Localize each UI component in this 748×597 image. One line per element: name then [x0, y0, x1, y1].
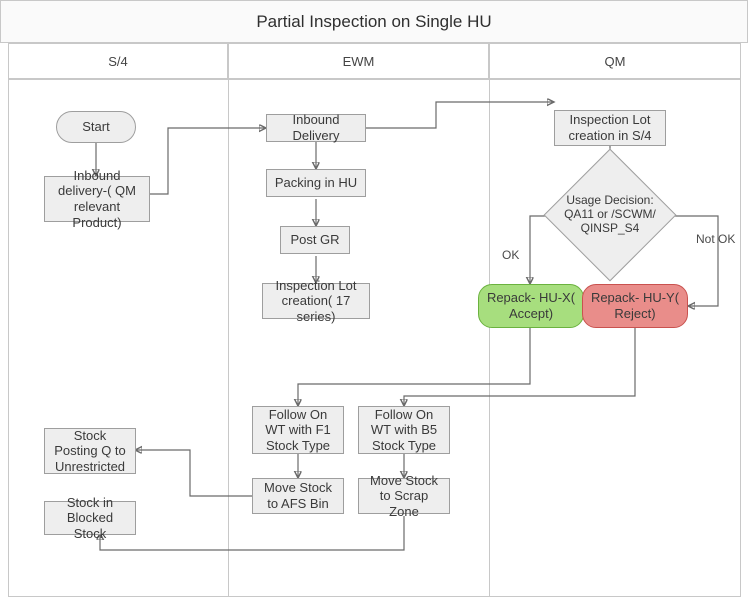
- edge-label-ok: OK: [502, 248, 519, 262]
- node-usage-decision: Usage Decision: QA11 or /SCWM/ QINSP_S4: [545, 170, 675, 260]
- node-post-gr: Post GR: [280, 226, 350, 254]
- node-follow-on-f1: Follow On WT with F1 Stock Type: [252, 406, 344, 454]
- diagram-frame: Partial Inspection on Single HU S/4 EWM …: [0, 0, 748, 597]
- node-stock-posting-q: Stock Posting Q to Unrestricted: [44, 428, 136, 474]
- node-follow-on-b5: Follow On WT with B5 Stock Type: [358, 406, 450, 454]
- node-packing-hu: Packing in HU: [266, 169, 366, 197]
- node-repack-reject: Repack- HU-Y( Reject): [582, 284, 688, 328]
- page-title: Partial Inspection on Single HU: [0, 0, 748, 43]
- node-start: Start: [56, 111, 136, 143]
- node-usage-decision-label: Usage Decision: QA11 or /SCWM/ QINSP_S4: [545, 170, 675, 260]
- lane-header-ewm: EWM: [228, 43, 489, 79]
- node-insp-lot-17: Inspection Lot creation( 17 series): [262, 283, 370, 319]
- node-stock-blocked: Stock in Blocked Stock: [44, 501, 136, 535]
- node-inbound-delivery-qm: Inbound delivery-( QM relevant Product): [44, 176, 150, 222]
- node-repack-accept: Repack- HU-X( Accept): [478, 284, 584, 328]
- lane-body-ewm: [228, 79, 489, 597]
- node-move-afs: Move Stock to AFS Bin: [252, 478, 344, 514]
- lane-header-s4: S/4: [8, 43, 228, 79]
- node-inbound-delivery: Inbound Delivery: [266, 114, 366, 142]
- lane-header-qm: QM: [489, 43, 741, 79]
- edge-label-not-ok: Not OK: [696, 232, 735, 246]
- node-insp-lot-s4: Inspection Lot creation in S/4: [554, 110, 666, 146]
- node-move-scrap: Move Stock to Scrap Zone: [358, 478, 450, 514]
